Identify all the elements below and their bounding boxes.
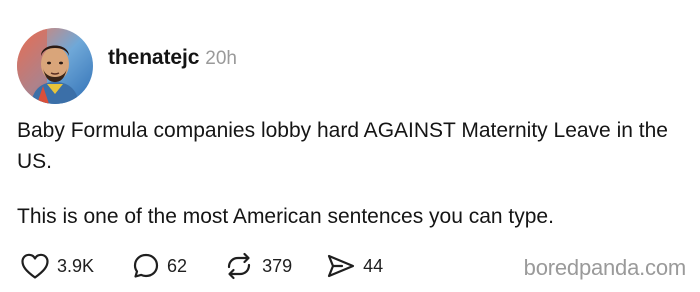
watermark: boredpanda.com	[523, 255, 687, 280]
username[interactable]: thenatejc	[108, 46, 199, 70]
share-button[interactable]: 44	[326, 252, 383, 280]
repost-icon	[227, 252, 251, 280]
post-actions: 3.9K 62 379 44	[20, 250, 383, 282]
like-count: 3.9K	[57, 255, 95, 276]
post-card: thenatejc 20h Baby Formula companies lob…	[0, 0, 700, 292]
repost-count: 379	[262, 255, 293, 276]
like-button[interactable]: 3.9K	[20, 252, 94, 280]
share-count: 44	[363, 255, 384, 276]
heart-icon	[21, 253, 49, 279]
avatar[interactable]	[17, 28, 93, 104]
avatar-portrait-icon	[17, 28, 93, 104]
share-icon	[328, 254, 355, 278]
post-timestamp: 20h	[205, 48, 237, 69]
post-header: thenatejc 20h	[108, 46, 237, 76]
repost-button[interactable]: 379	[223, 251, 292, 281]
reply-button[interactable]: 62	[132, 252, 187, 280]
reply-count: 62	[167, 255, 188, 276]
post-text-paragraph: Baby Formula companies lobby hard AGAINS…	[17, 119, 668, 173]
comment-icon	[133, 253, 159, 278]
post-text-paragraph: This is one of the most American sentenc…	[17, 205, 554, 228]
